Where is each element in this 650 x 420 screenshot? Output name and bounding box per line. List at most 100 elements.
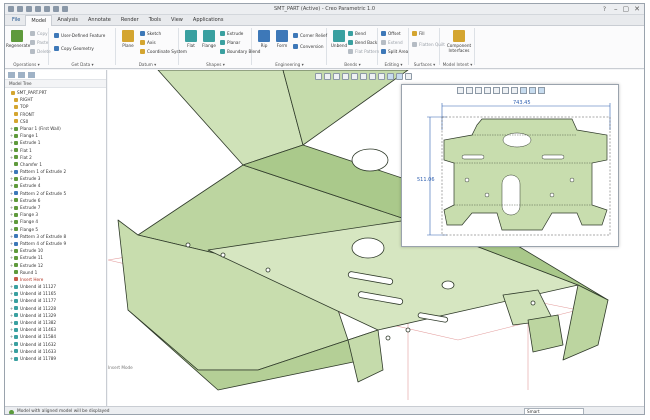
height-dimension[interactable]: 511.06 xyxy=(417,177,435,183)
tree-item[interactable]: + Pattern 1 of Extrude 2 xyxy=(5,168,106,175)
tab-applications[interactable]: Applications xyxy=(188,15,229,26)
tab-view[interactable]: View xyxy=(166,15,188,26)
tree-item[interactable]: FRONT xyxy=(5,111,106,118)
tree-item[interactable]: + Extrude 1 xyxy=(5,139,106,146)
tree-item[interactable]: + Unbend id 11177 xyxy=(5,297,106,304)
tree-item[interactable]: + Pattern 3 of Extrude 8 xyxy=(5,233,106,240)
selection-filter[interactable]: Smart xyxy=(524,408,584,414)
tree-item[interactable]: + Pattern 4 of Extrude 9 xyxy=(5,240,106,247)
get-data-group-label[interactable]: Get Data ▾ xyxy=(50,62,115,67)
tree-item[interactable]: SMT_PART.PRT xyxy=(5,89,106,96)
bend-back-button[interactable]: Bend Back xyxy=(348,40,377,45)
unbend-button[interactable]: Unbend xyxy=(328,30,350,48)
paste-button[interactable]: Paste xyxy=(30,40,48,45)
shapes-group-label[interactable]: Shapes ▾ xyxy=(180,62,251,67)
model-intent-group-label[interactable]: Model Intent ▾ xyxy=(441,62,474,67)
fill-button[interactable]: Fill xyxy=(412,31,425,36)
tree-item[interactable]: + Extrude 6 xyxy=(5,197,106,204)
corner-relief-button[interactable]: Corner Relief xyxy=(293,33,327,38)
display-style-icon[interactable] xyxy=(351,73,358,80)
tab-analysis[interactable]: Analysis xyxy=(52,15,83,26)
udf-button[interactable]: User-Defined Feature xyxy=(54,33,105,38)
tree-item[interactable]: + Unbend id 11329 xyxy=(5,312,106,319)
tree-item[interactable]: + Pattern 2 of Extrude 5 xyxy=(5,190,106,197)
tree-item[interactable]: + Extrude 12 xyxy=(5,262,106,269)
maximize-icon[interactable]: ▢ xyxy=(623,5,630,13)
view-manager-icon[interactable] xyxy=(369,73,376,80)
close-icon[interactable]: ✕ xyxy=(634,5,640,13)
tree-item[interactable]: + Unbend id 11584 xyxy=(5,333,106,340)
tree-item[interactable]: + Extrude 7 xyxy=(5,204,106,211)
tree-item[interactable]: + Flange 3 xyxy=(5,211,106,218)
tree-item[interactable]: + Unbend id 11382 xyxy=(5,319,106,326)
tree-item[interactable]: + Extrude 3 xyxy=(5,175,106,182)
tree-item[interactable]: Chamfer 1 xyxy=(5,161,106,168)
extend-button[interactable]: Extend xyxy=(381,40,403,45)
tree-item[interactable]: + Unbend id 11127 xyxy=(5,283,106,290)
regenerate-button[interactable]: Regenerate xyxy=(6,30,30,48)
tree-item[interactable]: TOP xyxy=(5,103,106,110)
axis-button[interactable]: Axis xyxy=(140,40,156,45)
tree-item[interactable]: RIGHT xyxy=(5,96,106,103)
annotation-display-icon[interactable] xyxy=(396,73,403,80)
tree-item[interactable]: + Flange 5 xyxy=(5,226,106,233)
tree-item[interactable]: Round 1 xyxy=(5,269,106,276)
planar-button[interactable]: Planar xyxy=(220,40,240,45)
flatten-quilt-button[interactable]: Flatten Quilt xyxy=(412,42,445,47)
operations-group-label[interactable]: Operations ▾ xyxy=(5,62,48,67)
tree-item[interactable]: + Flange 4 xyxy=(5,218,106,225)
sketch-button[interactable]: Sketch xyxy=(140,31,161,36)
copy-button[interactable]: Copy xyxy=(30,31,48,36)
delete-button[interactable]: Delete xyxy=(30,49,51,54)
saved-orientations-icon[interactable] xyxy=(360,73,367,80)
editing-group-label[interactable]: Editing ▾ xyxy=(379,62,408,67)
tab-render[interactable]: Render xyxy=(116,15,144,26)
datum-group-label[interactable]: Datum ▾ xyxy=(117,62,178,67)
zoom-in-icon[interactable] xyxy=(324,73,331,80)
minimize-icon[interactable]: – xyxy=(614,5,618,13)
conversion-button[interactable]: Conversion xyxy=(293,44,323,49)
extrude-button[interactable]: Extrude xyxy=(220,31,243,36)
tree-item[interactable]: Insert Here xyxy=(5,276,106,283)
tree-show-icon[interactable] xyxy=(8,72,15,78)
tab-tools[interactable]: Tools xyxy=(144,15,166,26)
width-dimension[interactable]: 743.45 xyxy=(513,100,531,106)
copy-geometry-button[interactable]: Copy Geometry xyxy=(54,46,94,51)
flange-button[interactable]: Flange xyxy=(198,30,220,48)
engineering-group-label[interactable]: Engineering ▾ xyxy=(253,62,326,67)
plane-button[interactable]: Plane xyxy=(117,30,139,48)
tree-item[interactable]: CS0 xyxy=(5,118,106,125)
tree-item[interactable]: + Extrude 10 xyxy=(5,247,106,254)
tree-item[interactable]: + Unbend id 11632 xyxy=(5,341,106,348)
repaint-icon[interactable] xyxy=(342,73,349,80)
tree-filter-icon[interactable] xyxy=(18,72,25,78)
zoom-out-icon[interactable] xyxy=(333,73,340,80)
tree-item[interactable]: + Unbend id 11463 xyxy=(5,326,106,333)
form-button[interactable]: Form xyxy=(271,30,293,48)
offset-button[interactable]: Offset xyxy=(381,31,401,36)
flat-pattern-button[interactable]: Flat Pattern xyxy=(348,49,379,54)
tree-item[interactable]: + Extrude 11 xyxy=(5,254,106,261)
tree-settings-icon[interactable] xyxy=(28,72,35,78)
tree-item[interactable]: + Extrude 4 xyxy=(5,182,106,189)
tree-item[interactable]: + Flat 1 xyxy=(5,147,106,154)
bends-group-label[interactable]: Bends ▾ xyxy=(328,62,377,67)
tree-item[interactable]: + Unbend id 11789 xyxy=(5,355,106,362)
split-area-button[interactable]: Split Area xyxy=(381,49,408,54)
component-interfaces-button[interactable]: Component Interfaces xyxy=(446,30,472,53)
help-icon[interactable]: ? xyxy=(603,6,606,13)
tab-file[interactable]: File xyxy=(7,15,25,26)
surfaces-group-label[interactable]: Surfaces ▾ xyxy=(410,62,439,67)
flat-pattern-preview[interactable]: 743.45 511.06 xyxy=(401,84,619,247)
tree-item[interactable]: + Unbend id 11165 xyxy=(5,290,106,297)
tree-item[interactable]: + Flange 1 xyxy=(5,132,106,139)
tab-annotate[interactable]: Annotate xyxy=(83,15,116,26)
spin-center-icon[interactable] xyxy=(405,73,412,80)
perspective-icon[interactable] xyxy=(378,73,385,80)
tree-item[interactable]: + Unbend id 11228 xyxy=(5,305,106,312)
tree-item[interactable]: + Unbend id 11633 xyxy=(5,348,106,355)
tree-item[interactable]: + Planar 1 (First Wall) xyxy=(5,125,106,132)
tree-item[interactable]: + Flat 2 xyxy=(5,154,106,161)
refit-icon[interactable] xyxy=(315,73,322,80)
bend-button[interactable]: Bend xyxy=(348,31,366,36)
